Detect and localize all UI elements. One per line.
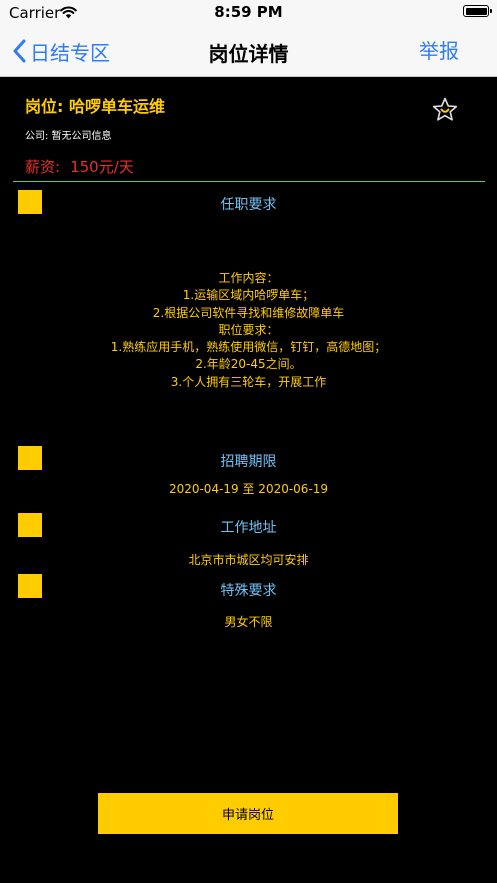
period-text: 2020-04-19 至 2020-06-19 <box>168 482 329 496</box>
requirements-line: 3.个人拥有三轮车，开展工作 <box>170 374 327 389</box>
special-text: 男女不限 <box>224 615 273 629</box>
clock-time: 8:59 PM <box>214 3 283 21</box>
requirements-line: 2.年龄20-45之间。 <box>195 357 302 372</box>
section-title-period: 招聘期限 <box>220 454 277 470</box>
salary-value: 150元/天 <box>70 158 134 176</box>
section-title-location: 工作地址 <box>220 520 277 536</box>
company-info: 公司: 暂无公司信息 <box>25 131 112 142</box>
section-title-requirements: 任职要求 <box>220 197 277 213</box>
section-title-special: 特殊要求 <box>220 583 277 599</box>
salary: 薪资: 150元/天 <box>25 156 134 177</box>
requirements-line: 职位要求： <box>218 322 279 337</box>
apply-button[interactable]: 申请岗位 <box>98 793 398 834</box>
requirements-line: 1.运输区域内哈啰单车； <box>182 288 315 303</box>
report-button[interactable]: 举报 <box>419 35 459 64</box>
salary-label: 薪资: <box>25 158 61 176</box>
navigation-bar: 日结专区 岗位详情 举报 <box>0 26 497 77</box>
status-bar: Carrier 8:59 PM <box>0 0 497 26</box>
requirements-line: 2.根据公司软件寻找和维修故障单车 <box>152 305 345 320</box>
location-text: 北京市市城区均可安排 <box>188 553 309 567</box>
battery-icon <box>463 5 492 17</box>
job-title: 岗位: 哈啰单车运维 <box>25 97 165 116</box>
requirements-line: 1.熟练应用手机，熟练使用微信，钉钉，高德地图； <box>110 340 387 355</box>
requirements-text: 工作内容： 1.运输区域内哈啰单车； 2.根据公司软件寻找和维修故障单车 职位要… <box>0 270 497 391</box>
star-icon[interactable] <box>431 96 459 124</box>
requirements-line: 工作内容： <box>218 271 279 285</box>
divider <box>13 181 485 182</box>
